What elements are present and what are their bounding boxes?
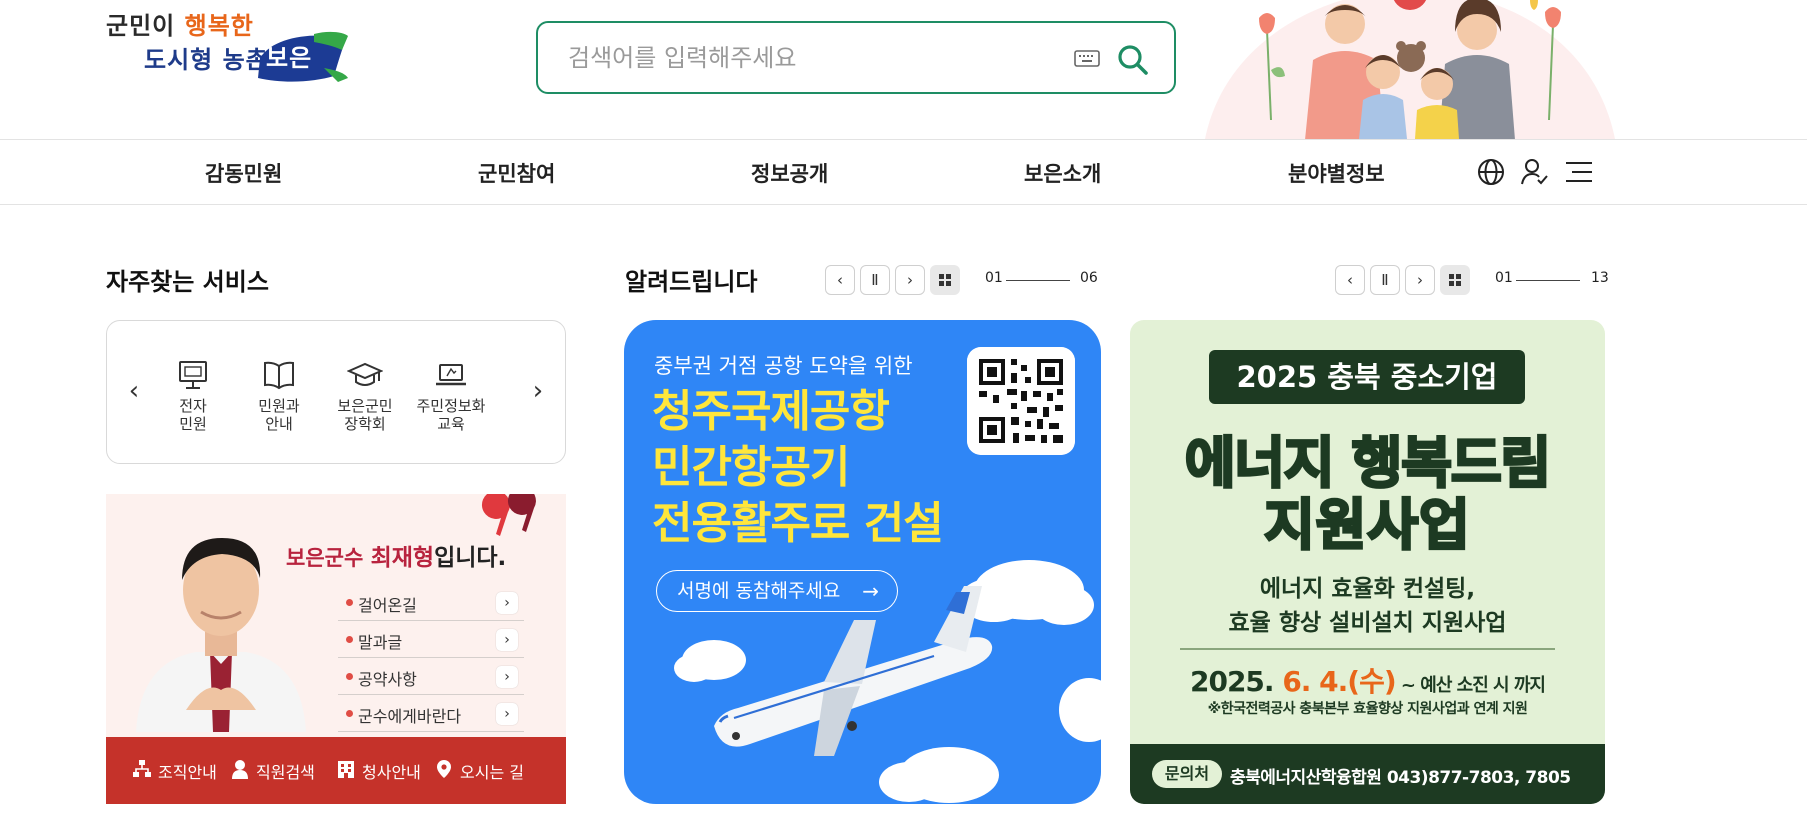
service-scholarship[interactable]: 보은군민 장학회: [319, 357, 411, 433]
slider2-page-total: 13: [1591, 270, 1609, 286]
location-pin-icon: [437, 760, 451, 778]
site-logo[interactable]: 군민이 행복한 도시형 농촌 보은: [104, 4, 354, 84]
nav-item-field-info[interactable]: 분야별정보: [1288, 158, 1385, 188]
globe-icon[interactable]: [1476, 157, 1506, 187]
chevron-right-icon: ›: [496, 666, 518, 688]
search-icon[interactable]: [1116, 43, 1150, 77]
banner-energy-pill: 2025 충북 중소기업: [1209, 350, 1525, 404]
nav-item-participation[interactable]: 군민참여: [478, 158, 555, 188]
slider2-grid-button[interactable]: [1440, 265, 1470, 295]
quick-link-staff-search[interactable]: 직원검색: [232, 759, 315, 783]
banner-energy-description: 에너지 효율화 컨설팅, 효율 향상 설비설치 지원사업: [1228, 576, 1507, 636]
menu-icon[interactable]: [1564, 157, 1594, 187]
service-label: 민원과 안내: [258, 397, 300, 433]
banner-airport-subtitle: 중부권 거점 공항 도약을 위한: [654, 354, 913, 378]
slider2-pause-button[interactable]: Ⅱ: [1370, 265, 1400, 295]
mayor-links: 걸어온길 › 말과글 › 공약사항 › 군수에게바란다 ›: [338, 584, 524, 732]
services-carousel: ‹ 전자 민원 민원과 안내 보은군민 장학회 주민정보화 교육 ›: [106, 320, 566, 464]
mayor-link-suggestions[interactable]: 군수에게바란다 ›: [338, 695, 524, 732]
banner-energy-contact-tag: 문의처: [1152, 760, 1222, 788]
service-label: 전자 민원: [179, 397, 207, 433]
person-icon: [232, 760, 248, 779]
mayor-greeting: 보은군수 최재형입니다.: [286, 545, 507, 571]
slider1-grid-button[interactable]: [930, 265, 960, 295]
services-prev-button[interactable]: ‹: [123, 376, 145, 406]
notice-title: 알려드립니다: [625, 268, 758, 296]
banner-energy-subtitle: 지원사업: [1263, 492, 1471, 559]
monitor-icon: [179, 361, 207, 389]
slider1-prev-button[interactable]: ‹: [825, 265, 855, 295]
banner-airport[interactable]: 중부권 거점 공항 도약을 위한 청주국제공항 민간항공기 전용활주로 건설 서…: [624, 320, 1101, 804]
slider1-pause-button[interactable]: Ⅱ: [860, 265, 890, 295]
graduation-cap-icon: [347, 362, 383, 386]
banner-energy-contact: 충북에너지산학융합원 043)877-7803, 7805: [1230, 768, 1571, 788]
banner-airport-headline: 청주국제공항 민간항공기 전용활주로 건설: [652, 386, 944, 549]
quick-link-directions[interactable]: 오시는 길: [437, 759, 524, 783]
search-box[interactable]: [536, 21, 1176, 94]
services-title: 자주찾는 서비스: [106, 268, 269, 296]
slider1-page-total: 06: [1080, 270, 1098, 286]
keyboard-icon[interactable]: [1074, 49, 1100, 69]
chevron-right-icon: ›: [496, 629, 518, 651]
mayor-link-pledges[interactable]: 공약사항 ›: [338, 658, 524, 695]
banner-energy[interactable]: 2025 충북 중소기업 에너지 행복드림 지원사업 에너지 효율화 컨설팅, …: [1130, 320, 1605, 804]
laptop-icon: [436, 364, 466, 386]
chevron-right-icon: ›: [496, 592, 518, 614]
chevron-right-icon: ›: [496, 703, 518, 725]
logo-line2: 도시형 농촌: [144, 45, 269, 74]
mayor-card: 보은군수 최재형입니다. 걸어온길 › 말과글 › 공약사항 › 군수에게바란다 › 조…: [106, 494, 566, 804]
quick-link-office[interactable]: 청사안내: [338, 759, 421, 783]
slider1-next-button[interactable]: ›: [895, 265, 925, 295]
grid-icon: [939, 274, 951, 286]
services-next-button[interactable]: ›: [527, 376, 549, 406]
service-label: 주민정보화 교육: [416, 397, 486, 433]
banner-energy-footer: 문의처 충북에너지산학융합원 043)877-7803, 7805: [1130, 744, 1605, 804]
slider2-prev-button[interactable]: ‹: [1335, 265, 1365, 295]
mayor-quick-links: 조직안내 직원검색 청사안내 오시는 길: [106, 737, 566, 804]
slider2-next-button[interactable]: ›: [1405, 265, 1435, 295]
service-label: 보은군민 장학회: [337, 397, 393, 433]
quick-link-organization[interactable]: 조직안내: [133, 759, 217, 783]
slider1-page-current: 01: [985, 270, 1003, 286]
service-e-civil[interactable]: 전자 민원: [147, 357, 239, 433]
banner-energy-divider: [1180, 648, 1555, 650]
slider2-page-line: [1516, 280, 1580, 281]
family-illustration: [1205, 0, 1615, 139]
main-nav: 감동민원 군민참여 정보공개 보은소개 분야별정보: [0, 139, 1807, 205]
mayor-link-history[interactable]: 걸어온길 ›: [338, 584, 524, 621]
book-icon: [264, 361, 294, 390]
search-input[interactable]: [568, 41, 1048, 75]
org-chart-icon: [133, 760, 151, 777]
service-guide[interactable]: 민원과 안내: [233, 357, 325, 433]
banner-energy-date: 2025. 6. 4.(수) ~ 예산 소진 시 까지: [1189, 665, 1546, 698]
logo-brush-text: 보은: [266, 43, 313, 72]
banner-energy-note: ※한국전력공사 충북본부 효율향상 지원사업과 연계 지원: [1207, 701, 1528, 717]
airplane-illustration: [674, 560, 1101, 803]
quote-icon: [481, 494, 536, 536]
qr-code: [967, 347, 1075, 455]
user-check-icon[interactable]: [1520, 157, 1550, 187]
service-it-education[interactable]: 주민정보화 교육: [405, 357, 497, 433]
logo-line1: 군민이 행복한: [106, 11, 254, 40]
nav-item-info-disclosure[interactable]: 정보공개: [751, 158, 828, 188]
slider2-page-current: 01: [1495, 270, 1513, 286]
nav-item-complaints[interactable]: 감동민원: [205, 158, 282, 188]
mayor-link-speeches[interactable]: 말과글 ›: [338, 621, 524, 658]
building-icon: [338, 761, 354, 778]
grid-icon: [1449, 274, 1461, 286]
slider1-page-line: [1006, 280, 1070, 281]
nav-item-about[interactable]: 보은소개: [1024, 158, 1101, 188]
